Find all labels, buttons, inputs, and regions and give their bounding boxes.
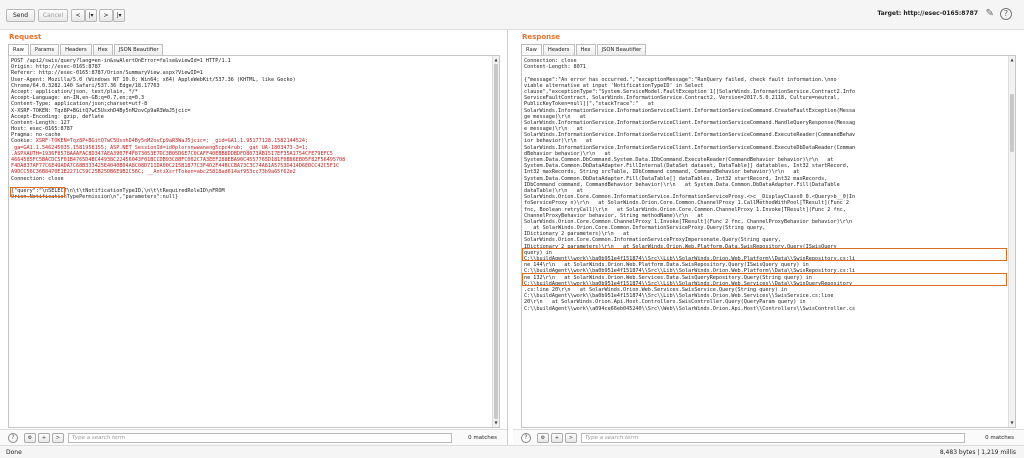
tab-json-beautifier[interactable]: JSON Beautifier — [596, 44, 647, 55]
pencil-icon[interactable]: ✎ — [986, 8, 994, 20]
search-prev-button[interactable]: + — [38, 433, 50, 443]
response-tabs: Raw Headers Hex JSON Beautifier — [521, 44, 647, 55]
tab-headers[interactable]: Headers — [60, 44, 92, 55]
request-search-bar: ? ⚙ + > Type a search term 0 matches — [0, 429, 507, 445]
forward-button[interactable]: > — [99, 9, 113, 22]
cancel-button[interactable]: Cancel — [38, 9, 68, 22]
tab-headers[interactable]: Headers — [542, 44, 575, 55]
response-highlight-box-1 — [522, 248, 1007, 261]
response-title: Response — [522, 33, 561, 41]
help-icon[interactable]: ? — [521, 433, 531, 443]
request-search-input[interactable]: Type a search term — [68, 433, 452, 443]
tab-params[interactable]: Params — [29, 44, 60, 55]
help-icon[interactable]: ? — [8, 433, 18, 443]
response-highlight-box-2 — [522, 273, 1007, 286]
response-editor[interactable]: Connection: close Content-Length: 8071 {"m… — [521, 55, 1016, 428]
scroll-up-arrow-icon[interactable]: ▲ — [493, 57, 499, 63]
response-matches: 0 matches — [985, 435, 1014, 441]
back-history-dropdown[interactable]: |▾ — [85, 9, 97, 22]
tab-hex[interactable]: Hex — [92, 44, 113, 55]
forward-history-dropdown[interactable]: |▾ — [113, 9, 125, 22]
request-tabs: Raw Params Headers Hex JSON Beautifier — [8, 44, 164, 55]
target-label: Target: http://esec-0165:8787 — [877, 10, 978, 17]
status-text: Done — [6, 449, 22, 456]
response-stats: 8,483 bytes | 1,219 millis — [939, 449, 1016, 456]
request-panel: Request Raw Params Headers Hex JSON Beau… — [0, 30, 508, 445]
request-line: Orion.NotificationTypePermission\n","par… — [11, 194, 179, 201]
help-icon[interactable]: ? — [1000, 8, 1012, 20]
scroll-up-arrow-icon[interactable]: ▲ — [1009, 57, 1015, 63]
request-highlight-box — [10, 187, 65, 197]
settings-icon[interactable]: ⚙ — [24, 433, 36, 443]
settings-icon[interactable]: ⚙ — [537, 433, 549, 443]
response-line: C:\\buildAgent\\work\\a094ce66eb045240\\… — [524, 305, 856, 312]
response-search-bar: ? ⚙ + > Type a search term 0 matches — [513, 429, 1024, 445]
response-panel: Response Raw Headers Hex JSON Beautifier… — [513, 30, 1024, 445]
search-prev-button[interactable]: + — [551, 433, 563, 443]
response-scrollbar[interactable]: ▲ ▼ — [1008, 56, 1015, 427]
tab-hex[interactable]: Hex — [575, 44, 596, 55]
request-scrollbar[interactable]: ▲ ▼ — [492, 56, 499, 427]
search-next-button[interactable]: > — [52, 433, 64, 443]
tab-json-beautifier[interactable]: JSON Beautifier — [113, 44, 164, 55]
request-matches: 0 matches — [468, 435, 497, 441]
request-scroll-thumb[interactable] — [494, 64, 498, 419]
search-next-button[interactable]: > — [565, 433, 577, 443]
tab-raw[interactable]: Raw — [8, 44, 29, 55]
send-button[interactable]: Send — [6, 9, 35, 22]
back-button[interactable]: < — [71, 9, 85, 22]
scroll-down-arrow-icon[interactable]: ▼ — [493, 420, 499, 426]
response-search-input[interactable]: Type a search term — [581, 433, 965, 443]
toolbar: Send Cancel < |▾ > |▾ Target: http://ese… — [0, 0, 1024, 30]
status-bar: Done 8,483 bytes | 1,219 millis — [0, 445, 1024, 458]
scroll-down-arrow-icon[interactable]: ▼ — [1009, 420, 1015, 426]
request-editor[interactable]: POST /api2/swis/query?lang=en-in&swAlert… — [8, 55, 500, 428]
response-scroll-thumb[interactable] — [1010, 94, 1014, 152]
request-title: Request — [9, 33, 42, 41]
tab-raw[interactable]: Raw — [521, 44, 542, 55]
